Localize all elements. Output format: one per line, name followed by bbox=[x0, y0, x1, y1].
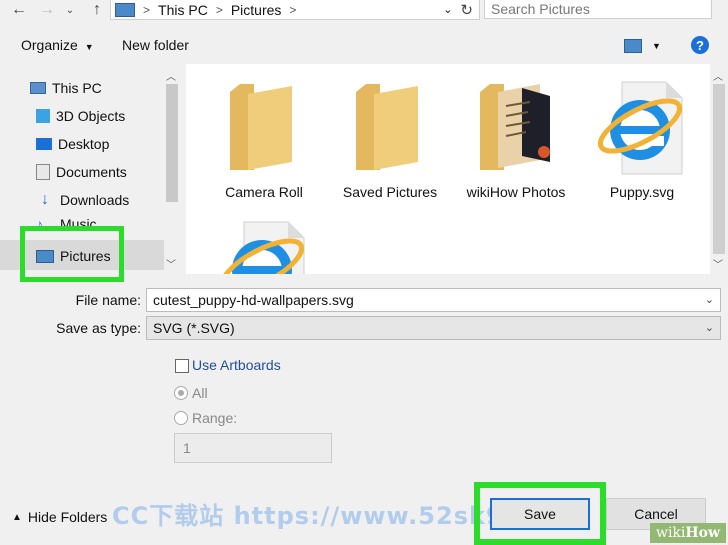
chevron-down-icon: ⌄ bbox=[704, 322, 714, 334]
breadcrumb-pictures[interactable]: Pictures bbox=[231, 2, 282, 18]
pictures-location-icon bbox=[115, 2, 135, 17]
file-item-camera-roll[interactable]: Camera Roll bbox=[204, 64, 324, 214]
file-item-wikihow-photos[interactable]: wikiHow Photos bbox=[456, 64, 576, 214]
sidebar-item-label: 3D Objects bbox=[56, 108, 126, 124]
file-label: Camera Roll bbox=[225, 184, 303, 200]
file-label: Saved Pictures bbox=[342, 184, 438, 200]
wikihow-logo: wiki How bbox=[650, 523, 726, 543]
file-label: wikiHow Photos bbox=[466, 184, 566, 200]
hide-folders-button[interactable]: ▲ Hide Folders bbox=[12, 509, 107, 525]
pictures-highlight-box bbox=[20, 226, 124, 282]
scroll-down-icon[interactable]: ﹀ bbox=[166, 256, 176, 271]
file-name-field[interactable]: cutest_puppy-hd-wallpapers.svg ⌄ bbox=[146, 288, 721, 312]
search-input[interactable]: Search Pictures bbox=[484, 0, 712, 19]
range-radio[interactable] bbox=[174, 411, 188, 425]
sidebar-item-documents[interactable]: Documents bbox=[36, 161, 127, 183]
file-name-value: cutest_puppy-hd-wallpapers.svg bbox=[153, 292, 354, 308]
file-list: Camera Roll Saved Pictures wikiHow Photo… bbox=[186, 64, 710, 274]
dropdown-caret-icon: ▼ bbox=[652, 41, 661, 51]
use-artboards-checkbox[interactable] bbox=[175, 359, 189, 373]
scroll-up-icon[interactable]: ︿ bbox=[166, 68, 176, 83]
sidebar-item-downloads[interactable]: ↓ Downloads bbox=[36, 189, 129, 211]
breadcrumb-this-pc[interactable]: This PC bbox=[158, 2, 208, 18]
chevron-right-icon: > bbox=[289, 2, 297, 17]
change-view-button[interactable]: ▼ bbox=[624, 38, 664, 54]
up-arrow-icon[interactable]: ↑ bbox=[86, 0, 108, 20]
nav-scrollbar-thumb[interactable] bbox=[166, 84, 178, 202]
photo-folder-icon bbox=[480, 84, 550, 170]
save-as-type-select[interactable]: SVG (*.SVG) ⌄ bbox=[146, 316, 721, 340]
back-arrow-icon[interactable]: ← bbox=[8, 0, 30, 20]
organize-label: Organize bbox=[21, 37, 78, 53]
radio-dot-icon bbox=[178, 390, 184, 396]
sidebar-item-label: Documents bbox=[56, 164, 127, 180]
folder-icon bbox=[230, 84, 292, 170]
pc-icon bbox=[30, 82, 46, 94]
sidebar-item-3d-objects[interactable]: 3D Objects bbox=[36, 105, 125, 127]
file-name-label: File name: bbox=[75, 292, 141, 308]
wikihow-logo-wiki: wiki bbox=[655, 525, 686, 541]
download-arrow-icon: ↓ bbox=[41, 191, 49, 208]
cube-icon bbox=[36, 109, 50, 123]
save-as-type-value: SVG (*.SVG) bbox=[153, 320, 235, 336]
chevron-right-icon: > bbox=[143, 2, 151, 17]
documents-icon bbox=[36, 164, 50, 180]
sidebar-item-label: Downloads bbox=[60, 192, 130, 208]
view-icon bbox=[624, 39, 642, 53]
chevron-right-icon: > bbox=[215, 2, 223, 17]
sidebar-item-label: This PC bbox=[52, 80, 102, 96]
chevron-down-icon[interactable]: ⌄ bbox=[705, 293, 714, 306]
help-button[interactable]: ? bbox=[691, 36, 709, 54]
recent-locations-chevron-icon[interactable]: ⌄ bbox=[62, 0, 78, 20]
address-path[interactable]: > This PC > Pictures > ⌄ ↻ bbox=[110, 0, 480, 20]
scroll-up-icon[interactable]: ︿ bbox=[713, 68, 723, 83]
refresh-icon[interactable]: ↻ bbox=[460, 1, 473, 19]
sidebar-item-label: Desktop bbox=[58, 136, 110, 152]
wikihow-logo-how: How bbox=[685, 525, 721, 541]
file-item-svg[interactable] bbox=[204, 214, 324, 274]
file-label: Puppy.svg bbox=[609, 184, 675, 200]
chevron-up-icon: ▲ bbox=[12, 511, 22, 523]
folder-icon bbox=[356, 84, 418, 170]
range-input[interactable]: 1 bbox=[174, 433, 332, 463]
sidebar-item-desktop[interactable]: Desktop bbox=[36, 133, 109, 155]
file-item-saved-pictures[interactable]: Saved Pictures bbox=[330, 64, 450, 214]
sidebar-item-this-pc[interactable]: This PC bbox=[30, 77, 102, 99]
hide-folders-label: Hide Folders bbox=[27, 509, 108, 525]
save-as-type-label: Save as type: bbox=[56, 320, 141, 336]
organize-button[interactable]: Organize ▼ bbox=[21, 37, 94, 53]
file-scrollbar-thumb[interactable] bbox=[713, 84, 725, 254]
desktop-icon bbox=[36, 138, 52, 150]
use-artboards-label[interactable]: Use Artboards bbox=[192, 357, 281, 373]
save-highlight-box bbox=[474, 482, 606, 545]
address-dropdown-icon[interactable]: ⌄ bbox=[443, 3, 452, 16]
internet-explorer-file-icon bbox=[597, 81, 683, 175]
internet-explorer-file-icon bbox=[219, 221, 305, 274]
scroll-down-icon[interactable]: ﹀ bbox=[713, 256, 723, 271]
range-label: Range: bbox=[192, 410, 238, 426]
file-item-puppy-svg[interactable]: Puppy.svg bbox=[582, 64, 702, 214]
new-folder-button[interactable]: New folder bbox=[122, 37, 189, 53]
dropdown-caret-icon: ▼ bbox=[84, 42, 94, 52]
all-label: All bbox=[192, 385, 208, 401]
forward-arrow-icon[interactable]: → bbox=[36, 0, 58, 20]
